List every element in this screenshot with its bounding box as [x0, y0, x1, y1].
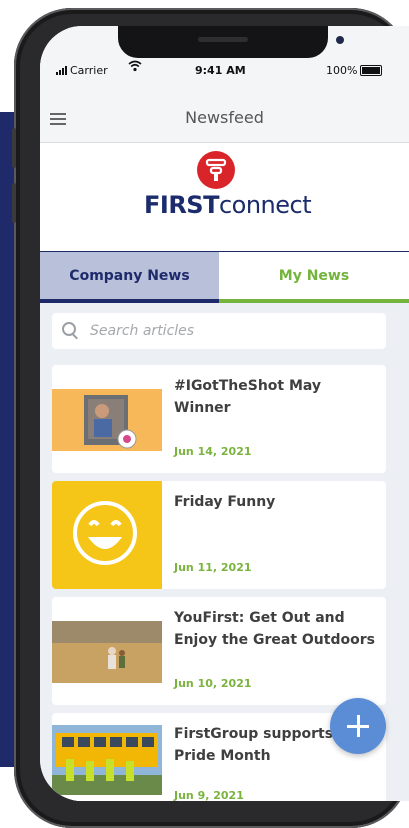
- add-post-button[interactable]: [330, 698, 386, 754]
- status-time: 9:41 AM: [195, 64, 246, 77]
- battery-icon: [360, 65, 383, 76]
- signal-icon: [56, 66, 67, 75]
- article-thumbnail: [52, 725, 162, 795]
- search-icon: [60, 320, 82, 342]
- logo-wordmark: FIRSTconnect: [144, 191, 312, 219]
- article-card[interactable]: Friday Funny Jun 11, 2021: [52, 481, 386, 589]
- article-title: #IGotTheShot May Winner: [174, 378, 322, 416]
- app-screen: Carrier 9:41 AM 100% Newsfeed FIRSTconne…: [40, 26, 409, 801]
- carrier-status: Carrier: [56, 64, 108, 77]
- camera: [336, 36, 344, 44]
- page-title: Newsfeed: [185, 108, 264, 127]
- app-bar: Newsfeed: [40, 92, 409, 143]
- logo-bold: FIRST: [144, 191, 219, 219]
- article-thumbnail: [52, 481, 162, 589]
- volume-button: [12, 128, 16, 168]
- tab-company-news[interactable]: Company News: [40, 251, 219, 300]
- carrier-label: Carrier: [70, 64, 108, 77]
- speaker: [198, 37, 248, 42]
- news-tabs: Company News My News: [40, 251, 409, 303]
- battery-status: 100%: [326, 64, 383, 77]
- article-title: Friday Funny: [174, 494, 276, 510]
- wifi-icon: [128, 60, 142, 72]
- phone-notch: [118, 26, 344, 58]
- search-input[interactable]: [88, 322, 372, 340]
- logo-emblem-icon: [197, 151, 235, 189]
- article-card[interactable]: #IGotTheShot May Winner Jun 14, 2021: [52, 365, 386, 473]
- article-date: Jun 14, 2021: [174, 445, 252, 458]
- search-bar[interactable]: [52, 313, 386, 349]
- article-thumbnail: [52, 621, 162, 683]
- article-date: Jun 11, 2021: [174, 561, 252, 574]
- brand-logo: FIRSTconnect: [40, 143, 409, 251]
- article-date: Jun 9, 2021: [174, 789, 244, 801]
- article-thumbnail: [52, 389, 162, 451]
- logo-regular: connect: [218, 191, 312, 219]
- article-card[interactable]: YouFirst: Get Out and Enjoy the Great Ou…: [52, 597, 386, 705]
- article-title: YouFirst: Get Out and Enjoy the Great Ou…: [174, 610, 375, 648]
- article-date: Jun 10, 2021: [174, 677, 252, 690]
- volume-button: [12, 183, 16, 223]
- battery-percent: 100%: [326, 64, 358, 77]
- tab-my-news[interactable]: My News: [219, 251, 409, 300]
